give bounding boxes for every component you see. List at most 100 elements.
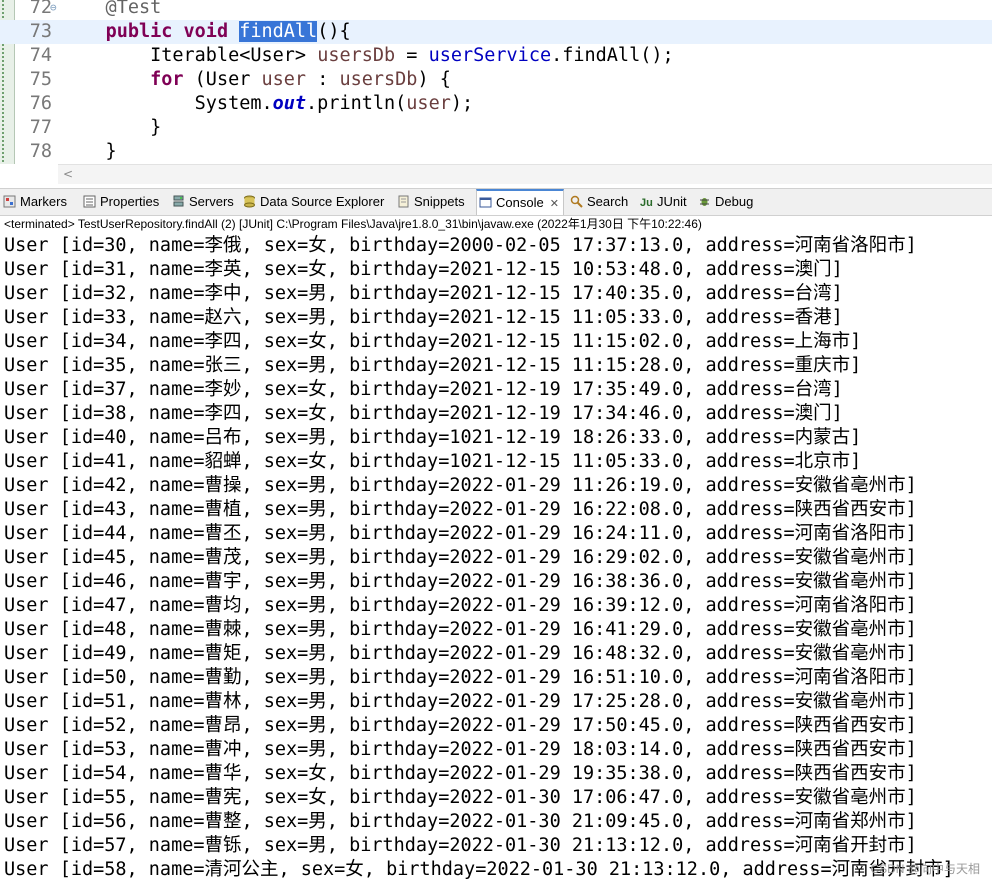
data-source-icon bbox=[243, 191, 256, 208]
line-number: 76 bbox=[29, 93, 52, 114]
junit-icon: Ju bbox=[640, 191, 653, 209]
console-line: User [id=34, name=李四, sex=女, birthday=20… bbox=[4, 331, 862, 352]
code-text: } bbox=[61, 140, 117, 164]
debug-icon bbox=[698, 191, 711, 206]
code-token: (User bbox=[183, 69, 262, 90]
tab-search[interactable]: Search bbox=[570, 189, 628, 215]
code-text: Iterable<User> usersDb = userService.fin… bbox=[61, 44, 674, 68]
search-icon bbox=[570, 191, 583, 208]
line-number: 77 bbox=[29, 117, 52, 138]
code-token: ); bbox=[450, 93, 474, 114]
editor-horizontal-scrollbar[interactable]: < bbox=[58, 164, 992, 184]
code-text: } bbox=[61, 116, 161, 140]
scroll-left-arrow-icon[interactable]: < bbox=[63, 165, 73, 183]
tab-label: Properties bbox=[100, 194, 160, 209]
tab-snippets[interactable]: Snippets bbox=[397, 189, 465, 215]
code-text: for (User user : usersDb) { bbox=[61, 68, 451, 92]
line-number: 75 bbox=[29, 69, 52, 90]
code-token: System. bbox=[61, 93, 273, 114]
console-line: User [id=33, name=赵六, sex=男, birthday=20… bbox=[4, 307, 843, 328]
tab-label: Data Source Explorer bbox=[260, 194, 385, 209]
tab-label: Debug bbox=[715, 194, 754, 209]
code-token: ) { bbox=[417, 69, 451, 90]
code-line[interactable]: 75 for (User user : usersDb) { bbox=[0, 68, 992, 92]
code-token: } bbox=[61, 141, 117, 162]
code-token: usersDb bbox=[317, 45, 396, 66]
code-token: public bbox=[105, 21, 173, 42]
code-token: : bbox=[306, 69, 340, 90]
watermark: CSDN @向中与天相 bbox=[870, 862, 980, 876]
code-token: .findAll(); bbox=[551, 45, 674, 66]
tab-console[interactable]: Console ✕ bbox=[476, 189, 564, 215]
console-line: User [id=55, name=曹宪, sex=女, birthday=20… bbox=[4, 787, 917, 808]
console-line: User [id=35, name=张三, sex=男, birthday=20… bbox=[4, 355, 862, 376]
code-token: user bbox=[261, 69, 307, 90]
tab-label: JUnit bbox=[657, 194, 687, 209]
tab-label: Servers bbox=[189, 194, 234, 209]
console-line: User [id=38, name=李四, sex=女, birthday=20… bbox=[4, 403, 843, 424]
fold-toggle-icon[interactable]: ⊖ bbox=[50, 0, 57, 20]
console-line: User [id=41, name=貂蝉, sex=女, birthday=10… bbox=[4, 451, 862, 472]
console-line: User [id=43, name=曹植, sex=男, birthday=20… bbox=[4, 499, 917, 520]
code-token: } bbox=[61, 117, 162, 138]
properties-icon bbox=[83, 191, 96, 208]
code-line[interactable]: 73 public void findAll(){ bbox=[0, 20, 992, 44]
code-line[interactable]: 74 Iterable<User> usersDb = userService.… bbox=[0, 44, 992, 68]
tab-markers[interactable]: Markers bbox=[3, 189, 67, 215]
code-line[interactable]: 76 System.out.println(user); bbox=[0, 92, 992, 116]
console-line: User [id=54, name=曹华, sex=女, birthday=20… bbox=[4, 763, 917, 784]
console-line: User [id=42, name=曹操, sex=男, birthday=20… bbox=[4, 475, 917, 496]
code-text: System.out.println(user); bbox=[61, 92, 474, 116]
svg-text:Ju: Ju bbox=[640, 197, 653, 208]
code-line[interactable]: 77 } bbox=[0, 116, 992, 140]
views-tab-bar: Markers Properties Servers Data Source Expl… bbox=[0, 188, 992, 216]
code-token: userService bbox=[428, 45, 552, 66]
console-line: User [id=30, name=李俄, sex=女, birthday=20… bbox=[4, 235, 917, 256]
tab-label: Snippets bbox=[414, 194, 465, 209]
console-line: User [id=50, name=曹勤, sex=男, birthday=20… bbox=[4, 667, 917, 688]
console-icon bbox=[479, 193, 492, 208]
tab-properties[interactable]: Properties bbox=[83, 189, 159, 215]
console-line: User [id=37, name=李妙, sex=女, birthday=20… bbox=[4, 379, 843, 400]
code-line[interactable]: 78 } bbox=[0, 140, 992, 164]
console-line: User [id=46, name=曹宇, sex=男, birthday=20… bbox=[4, 571, 917, 592]
tab-debug[interactable]: Debug bbox=[698, 189, 753, 215]
code-token: (){ bbox=[317, 21, 351, 42]
code-token: Iterable<User> bbox=[61, 45, 318, 66]
console-line: User [id=51, name=曹林, sex=男, birthday=20… bbox=[4, 691, 917, 712]
console-line: User [id=57, name=曹铄, sex=男, birthday=20… bbox=[4, 835, 917, 856]
console-line: User [id=49, name=曹矩, sex=男, birthday=20… bbox=[4, 643, 917, 664]
tab-junit[interactable]: Ju JUnit bbox=[640, 189, 687, 215]
code-token: usersDb bbox=[339, 69, 418, 90]
console-line: User [id=47, name=曹均, sex=男, birthday=20… bbox=[4, 595, 917, 616]
console-line: User [id=53, name=曹冲, sex=男, birthday=20… bbox=[4, 739, 917, 760]
console-line: User [id=52, name=曹昂, sex=男, birthday=20… bbox=[4, 715, 917, 736]
console-line: User [id=45, name=曹茂, sex=男, birthday=20… bbox=[4, 547, 917, 568]
close-icon[interactable]: ✕ bbox=[550, 192, 559, 216]
console-line: User [id=56, name=曹整, sex=男, birthday=20… bbox=[4, 811, 917, 832]
tab-label: Console bbox=[496, 195, 544, 210]
console-line: User [id=48, name=曹棘, sex=男, birthday=20… bbox=[4, 619, 917, 640]
console-process-label: <terminated> TestUserRepository.findAll … bbox=[4, 217, 702, 231]
code-token: user bbox=[406, 93, 451, 114]
code-token: .println( bbox=[306, 93, 407, 114]
code-line[interactable]: 72 ⊖ @Test bbox=[0, 0, 992, 20]
tab-servers[interactable]: Servers bbox=[172, 189, 234, 215]
tab-data-source-explorer[interactable]: Data Source Explorer bbox=[243, 189, 384, 215]
selected-text: findAll bbox=[239, 21, 318, 42]
code-token: out bbox=[272, 93, 307, 114]
console-line: User [id=44, name=曹丕, sex=男, birthday=20… bbox=[4, 523, 917, 544]
console-line: User [id=40, name=吕布, sex=男, birthday=10… bbox=[4, 427, 862, 448]
code-text: @Test bbox=[61, 0, 162, 20]
code-token: @Test bbox=[61, 0, 162, 18]
markers-icon bbox=[3, 191, 16, 208]
console-line: User [id=32, name=李中, sex=男, birthday=20… bbox=[4, 283, 843, 304]
code-token: = bbox=[395, 45, 429, 66]
servers-icon bbox=[172, 191, 185, 207]
tab-label: Search bbox=[587, 194, 629, 209]
console-output[interactable]: User [id=30, name=李俄, sex=女, birthday=20… bbox=[0, 234, 992, 883]
code-token: void bbox=[183, 21, 229, 42]
code-editor[interactable]: 72 ⊖ @Test 73 public void findAll(){74 Ite… bbox=[0, 0, 992, 184]
